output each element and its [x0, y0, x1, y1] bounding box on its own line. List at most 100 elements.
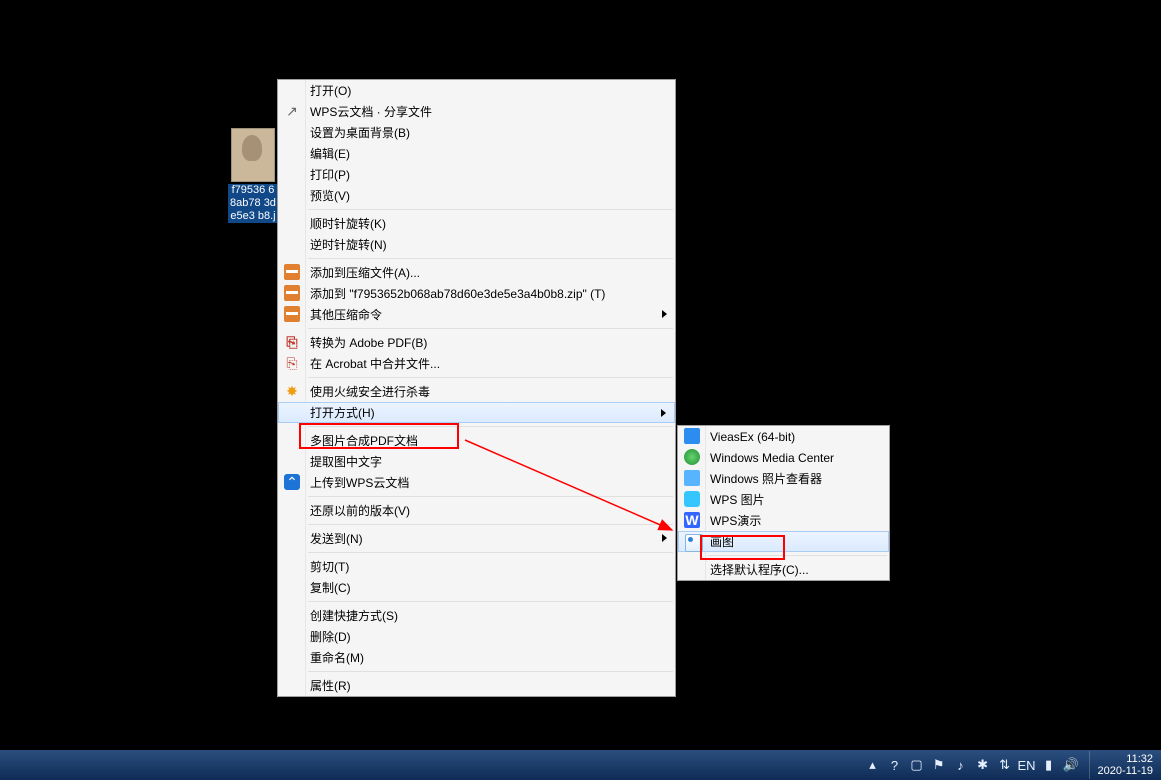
- menu-item-label: 其他压缩命令: [310, 306, 382, 323]
- file-thumbnail: [231, 128, 275, 182]
- menu-item-label: VieasEx (64-bit): [710, 430, 795, 444]
- menu-item-label: WPS 图片: [710, 491, 765, 508]
- ctx-main-item-11[interactable]: 添加到 "f7953652b068ab78d60e3de5e3a4b0b8.zi…: [278, 283, 675, 304]
- ctx-main-item-5[interactable]: 预览(V): [278, 185, 675, 206]
- menu-item-label: 顺时针旋转(K): [310, 215, 386, 232]
- tray-network-icon[interactable]: ⇅: [997, 757, 1013, 773]
- ctx-main-item-1[interactable]: ↗ WPS云文档 · 分享文件: [278, 101, 675, 122]
- tray-sound-icon[interactable]: 🔊: [1063, 757, 1079, 773]
- menu-item-label: 删除(D): [310, 628, 351, 645]
- menu-item-label: 在 Acrobat 中合并文件...: [310, 355, 440, 372]
- system-tray: ▴? ▢ ⚑ ♪ ✱ ⇅ EN ▮ 🔊: [865, 757, 1085, 773]
- tray-screen-icon[interactable]: ▢: [909, 757, 925, 773]
- ctx-sub-item-4[interactable]: WWPS演示: [678, 510, 889, 531]
- ctx-sub-item-1[interactable]: Windows Media Center: [678, 447, 889, 468]
- file-caption: f79536 68ab78 3de5e3 b8.j: [228, 184, 278, 223]
- ctx-sub-item-3[interactable]: WPS 图片: [678, 489, 889, 510]
- rar-icon: [284, 264, 300, 280]
- fire-icon: ✸: [284, 383, 300, 399]
- menu-item-label: Windows 照片查看器: [710, 470, 822, 487]
- ctx-main-item-33[interactable]: 重命名(M): [278, 647, 675, 668]
- ctx-main-item-8[interactable]: 逆时针旋转(N): [278, 234, 675, 255]
- ctx-main-item-31[interactable]: 创建快捷方式(S): [278, 605, 675, 626]
- menu-item-label: 还原以前的版本(V): [310, 502, 410, 519]
- ctx-main-item-2[interactable]: 设置为桌面背景(B): [278, 122, 675, 143]
- menu-item-label: 上传到WPS云文档: [310, 474, 409, 491]
- wpsp-icon: [684, 491, 700, 507]
- wmc-icon: [684, 449, 700, 465]
- context-menu-open-with: VieasEx (64-bit) Windows Media Center Wind…: [677, 425, 890, 581]
- clock-date: 2020-11-19: [1098, 765, 1153, 777]
- ctx-main-item-7[interactable]: 顺时针旋转(K): [278, 213, 675, 234]
- ctx-main-item-29[interactable]: 复制(C): [278, 577, 675, 598]
- ctx-main-item-32[interactable]: 删除(D): [278, 626, 675, 647]
- desktop-file-icon[interactable]: f79536 68ab78 3de5e3 b8.j: [228, 128, 278, 223]
- ctx-main-item-22[interactable]: ⌃上传到WPS云文档: [278, 472, 675, 493]
- paint-icon: [685, 534, 703, 552]
- tray-help-icon[interactable]: ?: [887, 757, 903, 773]
- ctx-main-item-35[interactable]: 属性(R): [278, 675, 675, 696]
- menu-item-label: 转换为 Adobe PDF(B): [310, 334, 427, 351]
- menu-separator: [308, 377, 673, 378]
- tray-flag-icon[interactable]: ⚑: [931, 757, 947, 773]
- vie-icon: [684, 428, 700, 444]
- ctx-main-item-10[interactable]: 添加到压缩文件(A)...: [278, 262, 675, 283]
- tray-battery-icon[interactable]: ▮: [1041, 757, 1057, 773]
- tray-lang-icon[interactable]: EN: [1019, 757, 1035, 773]
- menu-item-label: 多图片合成PDF文档: [310, 432, 418, 449]
- ctx-main-item-18[interactable]: 打开方式(H): [278, 402, 675, 423]
- taskbar: ▴? ▢ ⚑ ♪ ✱ ⇅ EN ▮ 🔊 11:32 2020-11-19: [0, 750, 1161, 780]
- ctx-main-item-15[interactable]: ⎘ 在 Acrobat 中合并文件...: [278, 353, 675, 374]
- submenu-arrow-icon: [662, 310, 667, 318]
- menu-item-label: 打开方式(H): [310, 404, 375, 421]
- ctx-main-item-28[interactable]: 剪切(T): [278, 556, 675, 577]
- menu-separator: [308, 671, 673, 672]
- tray-guard-icon[interactable]: ✱: [975, 757, 991, 773]
- menu-separator: [308, 601, 673, 602]
- rar-icon: [284, 306, 300, 322]
- menu-item-label: 预览(V): [310, 187, 350, 204]
- ctx-sub-item-7[interactable]: 选择默认程序(C)...: [678, 559, 889, 580]
- tray-tray-up-icon[interactable]: ▴: [865, 757, 881, 773]
- menu-item-label: Windows Media Center: [710, 451, 834, 465]
- ctx-main-item-0[interactable]: 打开(O): [278, 80, 675, 101]
- menu-item-label: 编辑(E): [310, 145, 350, 162]
- menu-separator: [308, 496, 673, 497]
- ctx-main-item-12[interactable]: 其他压缩命令: [278, 304, 675, 325]
- ctx-main-item-21[interactable]: 提取图中文字: [278, 451, 675, 472]
- clock-time: 11:32: [1126, 753, 1153, 765]
- ctx-main-item-4[interactable]: 打印(P): [278, 164, 675, 185]
- share-icon: ↗: [284, 103, 300, 119]
- menu-item-label: 使用火绒安全进行杀毒: [310, 383, 430, 400]
- ctx-main-item-3[interactable]: 编辑(E): [278, 143, 675, 164]
- taskbar-clock[interactable]: 11:32 2020-11-19: [1089, 751, 1161, 779]
- wpv-icon: [684, 470, 700, 486]
- menu-item-label: 添加到压缩文件(A)...: [310, 264, 420, 281]
- menu-separator: [308, 552, 673, 553]
- menu-separator: [708, 555, 887, 556]
- ctx-main-item-26[interactable]: 发送到(N): [278, 528, 675, 549]
- ctx-sub-item-5[interactable]: 画图: [678, 531, 889, 552]
- menu-item-label: WPS演示: [710, 512, 761, 529]
- menu-item-label: 重命名(M): [310, 649, 364, 666]
- menu-item-label: 创建快捷方式(S): [310, 607, 398, 624]
- menu-separator: [308, 524, 673, 525]
- menu-item-label: 复制(C): [310, 579, 351, 596]
- tray-audio-icon[interactable]: ♪: [953, 757, 969, 773]
- submenu-arrow-icon: [662, 534, 667, 542]
- ctx-sub-item-2[interactable]: Windows 照片查看器: [678, 468, 889, 489]
- ctx-main-item-14[interactable]: ⎘ 转换为 Adobe PDF(B): [278, 332, 675, 353]
- menu-item-label: 属性(R): [310, 677, 351, 694]
- menu-item-label: 打印(P): [310, 166, 350, 183]
- ctx-main-item-17[interactable]: ✸ 使用火绒安全进行杀毒: [278, 381, 675, 402]
- menu-item-label: 设置为桌面背景(B): [310, 124, 410, 141]
- menu-item-label: 逆时针旋转(N): [310, 236, 387, 253]
- menu-item-label: WPS云文档 · 分享文件: [310, 103, 432, 120]
- acro-icon: ⎘: [284, 355, 300, 371]
- ctx-main-item-24[interactable]: 还原以前的版本(V): [278, 500, 675, 521]
- submenu-arrow-icon: [661, 409, 666, 417]
- menu-item-label: 画图: [710, 533, 734, 550]
- ctx-sub-item-0[interactable]: VieasEx (64-bit): [678, 426, 889, 447]
- ctx-main-item-20[interactable]: 多图片合成PDF文档: [278, 430, 675, 451]
- pdf-icon: ⎘: [284, 334, 300, 350]
